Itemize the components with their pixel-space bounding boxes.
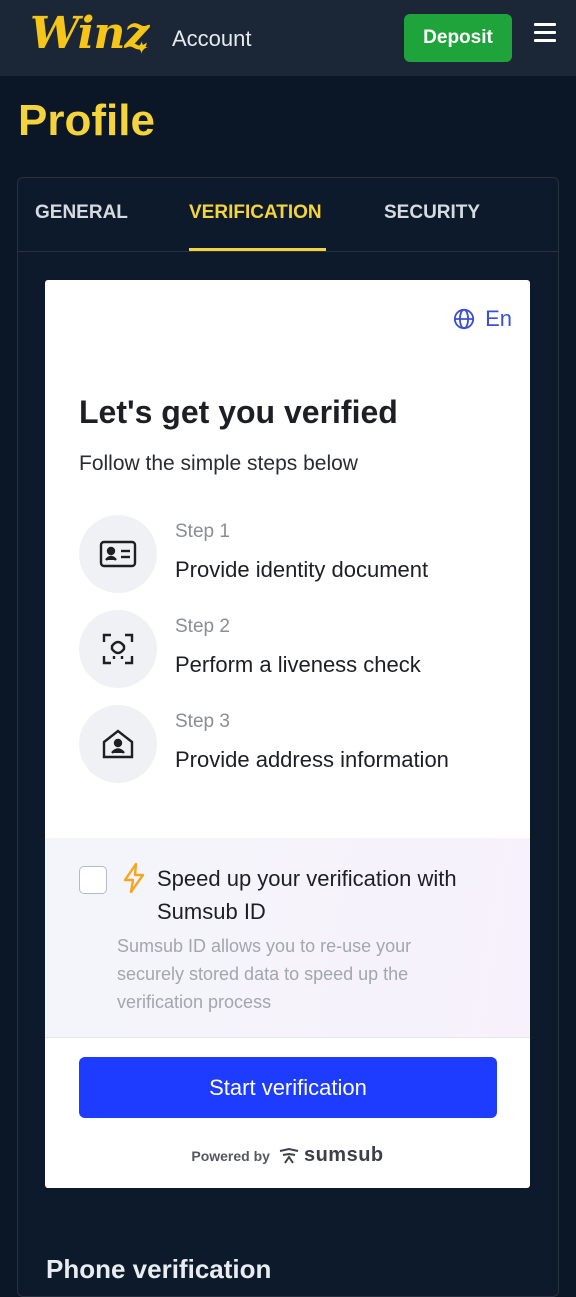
language-label: En bbox=[485, 306, 512, 331]
active-tab-indicator bbox=[189, 248, 326, 251]
top-bar: Winz ✦ Account Deposit bbox=[0, 0, 576, 76]
powered-by-label: Powered by bbox=[191, 1147, 270, 1164]
step-item: Step 3 Provide address information bbox=[79, 705, 499, 785]
phone-verification-title: Phone verification bbox=[46, 1254, 272, 1284]
tab-security[interactable]: SECURITY bbox=[384, 202, 480, 224]
verification-widget: En Let's get you verified Follow the sim… bbox=[45, 280, 530, 1188]
verification-subtitle: Follow the simple steps below bbox=[79, 452, 358, 475]
hamburger-menu-icon[interactable] bbox=[534, 23, 556, 43]
step-text: Provide address information bbox=[175, 747, 449, 772]
page-title: Profile bbox=[18, 96, 155, 145]
step-number: Step 1 bbox=[175, 521, 230, 542]
step-number: Step 3 bbox=[175, 711, 230, 732]
tab-verification[interactable]: VERIFICATION bbox=[189, 202, 322, 224]
lightning-icon bbox=[123, 862, 145, 894]
sumsub-id-description: Sumsub ID allows you to re-use your secu… bbox=[117, 936, 412, 1012]
winz-logo[interactable]: Winz bbox=[30, 8, 149, 59]
sumsub-wordmark: sumsub bbox=[303, 1144, 384, 1166]
sumsub-mark-icon bbox=[279, 1147, 299, 1164]
step-text: Provide identity document bbox=[175, 557, 429, 582]
face-scan-icon bbox=[102, 633, 134, 665]
start-verification-button[interactable]: Start verification bbox=[79, 1057, 497, 1118]
tab-general[interactable]: GENERAL bbox=[35, 202, 128, 224]
page-header-title: Account bbox=[172, 26, 252, 51]
step-text: Perform a liveness check bbox=[175, 652, 421, 677]
step-item: Step 1 Provide identity document bbox=[79, 515, 499, 595]
sumsub-id-box: Speed up your verification with Sumsub I… bbox=[45, 838, 530, 1038]
powered-by: Powered by sumsub bbox=[45, 1144, 530, 1167]
language-selector[interactable]: En bbox=[453, 306, 512, 332]
deposit-button[interactable]: Deposit bbox=[404, 14, 512, 62]
id-card-icon bbox=[99, 540, 137, 568]
sumsub-logo: sumsub bbox=[278, 1144, 384, 1167]
sumsub-id-title: Speed up your verification with Sumsub I… bbox=[157, 866, 457, 924]
profile-tabs: GENERAL VERIFICATION SECURITY bbox=[18, 178, 558, 252]
step-item: Step 2 Perform a liveness check bbox=[79, 610, 499, 690]
sparkle-icon: ✦ bbox=[134, 38, 150, 58]
step-number: Step 2 bbox=[175, 616, 230, 637]
home-user-icon bbox=[102, 729, 134, 759]
sumsub-id-checkbox[interactable] bbox=[79, 866, 107, 894]
verification-title: Let's get you verified bbox=[79, 394, 398, 430]
globe-icon bbox=[453, 308, 475, 330]
